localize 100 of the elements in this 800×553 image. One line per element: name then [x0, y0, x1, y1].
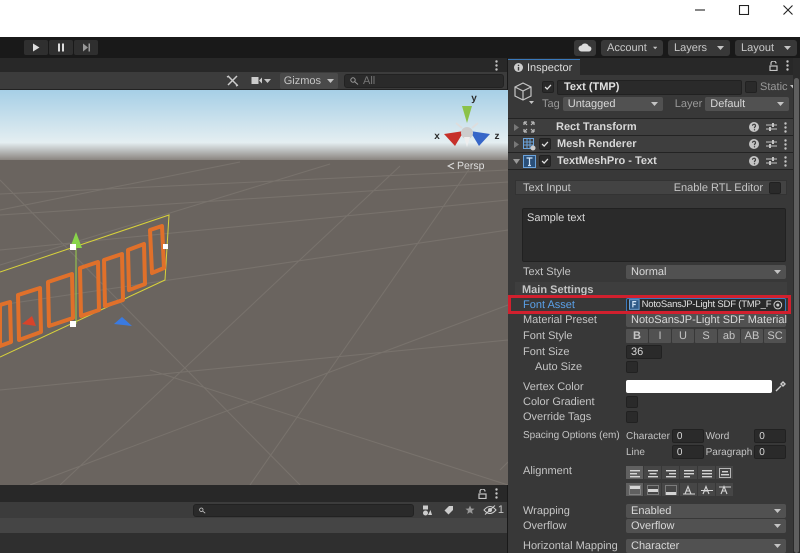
help-icon[interactable] [749, 139, 759, 149]
more-icon[interactable] [784, 138, 787, 150]
checkbox[interactable] [769, 182, 781, 194]
search-field[interactable] [193, 504, 414, 516]
object-name-field[interactable]: Text (TMP) [557, 80, 742, 94]
more-icon[interactable] [495, 488, 498, 499]
field-label: Word [706, 430, 730, 442]
alignment-button[interactable] [698, 483, 715, 496]
dropdown[interactable]: Enabled [626, 504, 786, 518]
component-name: TextMeshPro - Text [557, 155, 658, 167]
scrollbar-thumb[interactable] [794, 78, 799, 553]
alignment-button[interactable] [626, 466, 643, 479]
menu-dropdown[interactable]: Layout [735, 40, 797, 56]
alignment-button[interactable] [644, 483, 661, 496]
dropdown[interactable]: Normal [626, 264, 786, 278]
number-field[interactable]: 0 [754, 429, 786, 443]
dropdown[interactable]: Overflow [626, 518, 786, 532]
menu-dropdown[interactable]: Account [601, 40, 663, 56]
presets-sliders-icon[interactable] [766, 156, 777, 166]
toggle-button[interactable]: AB [741, 328, 763, 342]
more-icon[interactable] [784, 122, 787, 132]
orientation-gizmo-icon [444, 106, 490, 147]
lock-icon[interactable] [478, 488, 487, 498]
component-header[interactable]: Mesh Renderer [508, 136, 793, 153]
star-icon [465, 505, 476, 515]
color-field[interactable] [626, 380, 772, 393]
toggle-button[interactable]: S [695, 328, 717, 342]
alignment-button[interactable] [680, 466, 697, 479]
text-input-area[interactable]: Sample text [522, 208, 786, 262]
enabled-checkbox[interactable] [539, 138, 551, 150]
alignment-button[interactable] [680, 483, 697, 496]
object-field[interactable]: NotoSansJP-Light SDF (TMP_F [626, 298, 786, 312]
more-icon[interactable] [784, 156, 787, 166]
dropdown[interactable]: Character [626, 538, 786, 552]
play-button[interactable] [24, 40, 48, 55]
number-field[interactable]: 0 [672, 429, 704, 443]
pause-button[interactable] [49, 40, 73, 55]
step-button[interactable] [74, 40, 98, 55]
number-field[interactable]: 36 [626, 344, 662, 358]
component-header[interactable]: Rect Transform [508, 119, 793, 136]
enabled-checkbox[interactable] [539, 155, 551, 167]
field-label: Horizontal Mapping [523, 540, 619, 552]
alignment-icon [664, 484, 678, 494]
number-field[interactable]: 0 [754, 445, 786, 459]
alignment-button[interactable] [644, 466, 661, 479]
more-icon[interactable] [786, 60, 789, 71]
toggle-button[interactable]: ab [718, 328, 740, 342]
field-label: Character [626, 430, 670, 442]
caret-icon [652, 46, 657, 50]
presets-sliders-icon[interactable] [766, 139, 777, 149]
help-icon[interactable] [749, 122, 759, 132]
layer-dropdown[interactable]: Default [705, 97, 790, 111]
field-label: Vertex Color [523, 380, 585, 392]
field-label: Paragraph [706, 446, 752, 458]
axis-label: z [494, 131, 500, 142]
number-field[interactable]: 0 [672, 445, 704, 459]
tag-dropdown[interactable]: Untagged [562, 97, 663, 111]
step-icon [82, 43, 90, 52]
alignment-icon [664, 468, 678, 478]
active-checkbox[interactable] [542, 81, 554, 93]
lock-icon[interactable] [769, 60, 778, 70]
gizmos-dropdown[interactable]: Gizmos [280, 72, 338, 88]
alignment-button[interactable] [716, 466, 733, 479]
field-label: Enable RTL Editor [674, 182, 763, 194]
presets-sliders-icon[interactable] [766, 122, 777, 132]
toggle-button[interactable]: U [672, 328, 694, 342]
alignment-icon [646, 468, 660, 478]
toggle-button[interactable]: I [649, 328, 671, 342]
tools-icon [226, 74, 239, 86]
cube-icon[interactable] [514, 82, 536, 106]
maximize-icon[interactable] [738, 5, 750, 15]
caret-icon [774, 270, 781, 274]
caret-icon [717, 46, 724, 50]
inspector-tab[interactable]: Inspector [508, 59, 580, 75]
alignment-button[interactable] [626, 483, 643, 496]
alignment-button[interactable] [662, 466, 679, 479]
alignment-button[interactable] [662, 483, 679, 496]
hidden-eye-icon[interactable] [482, 505, 497, 515]
eyedropper-icon[interactable] [774, 380, 786, 392]
foldout-arrow-icon[interactable] [513, 124, 520, 130]
toggle-button[interactable]: B [626, 328, 648, 342]
projection-toggle[interactable]: Persp [447, 160, 484, 172]
rect-transform-icon [523, 121, 535, 133]
chevron-icon [447, 162, 455, 170]
target-icon[interactable] [773, 300, 783, 310]
alignment-button[interactable] [716, 483, 733, 496]
toggle-button[interactable]: SC [764, 328, 786, 342]
foldout-arrow-icon[interactable] [513, 158, 520, 164]
search-icon [350, 76, 359, 84]
foldout-arrow-icon[interactable] [513, 140, 520, 148]
pause-icon [57, 43, 65, 52]
close-icon[interactable] [782, 5, 794, 15]
mesh-grid-icon [523, 138, 536, 150]
cloud-button[interactable] [574, 40, 596, 56]
component-header[interactable]: TextMeshPro - Text [508, 153, 793, 170]
more-icon[interactable] [495, 60, 498, 70]
alignment-button[interactable] [698, 466, 715, 479]
search-field[interactable]: All [344, 74, 504, 88]
help-icon[interactable] [749, 156, 759, 166]
menu-dropdown[interactable]: Layers [668, 40, 730, 56]
